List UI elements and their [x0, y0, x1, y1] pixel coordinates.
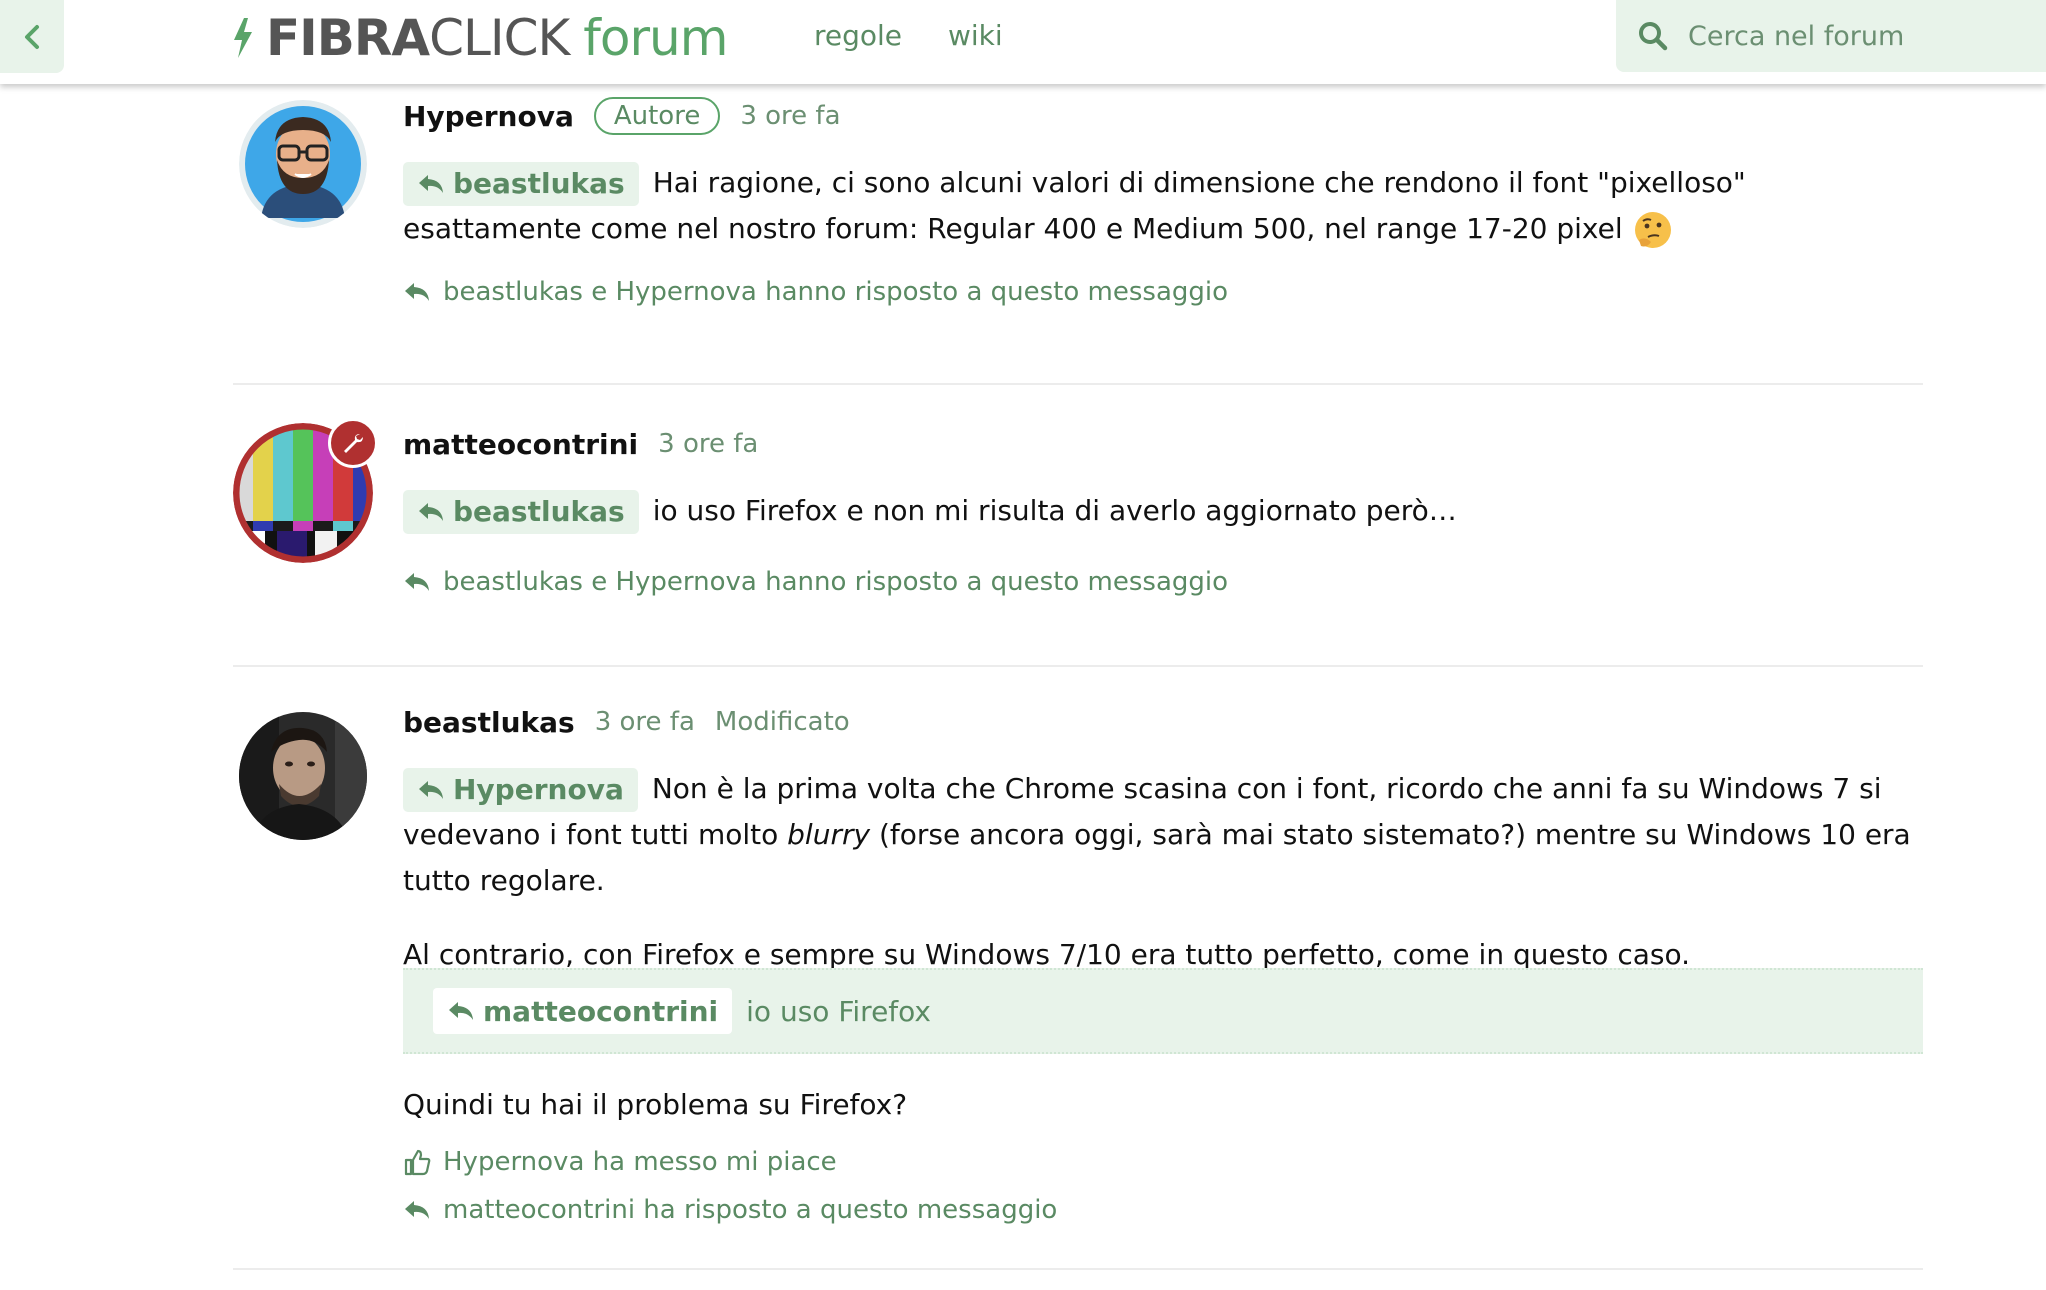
top-header: FIBRACLICK forum regole wiki — [0, 0, 2046, 84]
site-logo[interactable]: FIBRACLICK forum — [230, 6, 728, 70]
avatar[interactable] — [239, 712, 367, 840]
post-divider — [233, 665, 1923, 667]
post-text: io uso Firefox e non mi risulta di averl… — [652, 494, 1457, 527]
quote-author: matteocontrini — [483, 994, 719, 1028]
reply-to-chip[interactable]: beastlukas — [403, 162, 639, 206]
avatar[interactable] — [239, 100, 367, 228]
reply-icon — [419, 503, 443, 521]
replies-note-text: beastlukas e Hypernova hanno risposto a … — [443, 277, 1229, 307]
post-paragraph: Hypernova Non è la prima volta che Chrome… — [403, 766, 1923, 904]
lightning-icon — [234, 18, 252, 58]
edited-label[interactable]: Modificato — [715, 707, 850, 737]
post-divider — [233, 1268, 1923, 1270]
replies-note-text: matteocontrini ha risposto a questo mess… — [443, 1195, 1058, 1225]
post-hypernova: Hypernova Autore 3 ore fa beastlukas Hai … — [233, 94, 1923, 324]
wrench-icon — [344, 434, 363, 453]
reply-icon — [405, 283, 429, 301]
thinking-face-icon — [1634, 212, 1671, 248]
reply-to-name: beastlukas — [453, 495, 625, 528]
replies-note[interactable]: matteocontrini ha risposto a questo mess… — [403, 1192, 1057, 1228]
replies-note[interactable]: beastlukas e Hypernova hanno risposto a … — [403, 564, 1228, 600]
post-beastlukas: beastlukas 3 ore fa Modificato Hypernova… — [233, 700, 1923, 1240]
post-content: Hypernova Non è la prima volta che Chrome… — [403, 766, 1923, 978]
back-button[interactable] — [0, 0, 64, 73]
post-matteocontrini: matteocontrini 3 ore fa beastlukas io uso… — [233, 418, 1923, 618]
post-paragraph: beastlukas Hai ragione, ci sono alcuni va… — [403, 160, 1923, 252]
author-name[interactable]: matteocontrini — [403, 428, 638, 461]
search-input[interactable] — [1686, 19, 2030, 53]
post-content: beastlukas Hai ragione, ci sono alcuni va… — [403, 160, 1923, 252]
logo-bold: FIBRA — [266, 9, 430, 67]
logo-light: CLICK — [429, 9, 570, 67]
quote-block: matteocontrini io uso Firefox — [403, 968, 1923, 1054]
author-name[interactable]: Hypernova — [403, 100, 574, 133]
chevron-left-icon — [25, 24, 39, 49]
reply-icon — [449, 1002, 473, 1020]
post-text-emphasis: blurry — [787, 818, 871, 851]
quote-text[interactable]: io uso Firefox — [746, 995, 931, 1028]
post-time[interactable]: 3 ore fa — [595, 707, 695, 737]
search-box[interactable] — [1616, 0, 2046, 72]
post-paragraph: beastlukas io uso Firefox e non mi risult… — [403, 488, 1923, 534]
post-divider — [233, 383, 1923, 385]
likes-note-text: Hypernova ha messo mi piace — [443, 1147, 837, 1177]
nav-regole[interactable]: regole — [814, 14, 902, 58]
reply-icon — [405, 573, 429, 591]
replies-note-text: beastlukas e Hypernova hanno risposto a … — [443, 567, 1229, 597]
likes-note[interactable]: Hypernova ha messo mi piace — [403, 1144, 837, 1180]
logo-forum: forum — [583, 9, 728, 67]
post-time[interactable]: 3 ore fa — [740, 101, 840, 131]
reply-to-name: Hypernova — [453, 773, 624, 806]
reply-to-name: beastlukas — [453, 167, 625, 200]
post-paragraph-3: Quindi tu hai il problema su Firefox? — [403, 1088, 908, 1121]
nav-wiki[interactable]: wiki — [948, 14, 1003, 58]
post-content-after-quote: Quindi tu hai il problema su Firefox? — [403, 1082, 1923, 1128]
reply-icon — [405, 1201, 429, 1219]
author-badge: Autore — [593, 97, 721, 135]
replies-note[interactable]: beastlukas e Hypernova hanno risposto a … — [403, 274, 1228, 310]
reply-icon — [419, 175, 443, 193]
moderator-badge — [328, 418, 378, 468]
reply-icon — [419, 781, 443, 799]
logo-wordmark: FIBRACLICK forum — [266, 6, 728, 70]
quote-author-chip[interactable]: matteocontrini — [433, 988, 733, 1034]
thumbs-up-icon — [404, 1149, 431, 1176]
reply-to-chip[interactable]: beastlukas — [403, 490, 639, 534]
search-icon — [1639, 22, 1668, 51]
post-content: beastlukas io uso Firefox e non mi risult… — [403, 488, 1923, 534]
author-name[interactable]: beastlukas — [403, 706, 575, 739]
reply-to-chip[interactable]: Hypernova — [403, 768, 638, 812]
post-time[interactable]: 3 ore fa — [658, 429, 758, 459]
